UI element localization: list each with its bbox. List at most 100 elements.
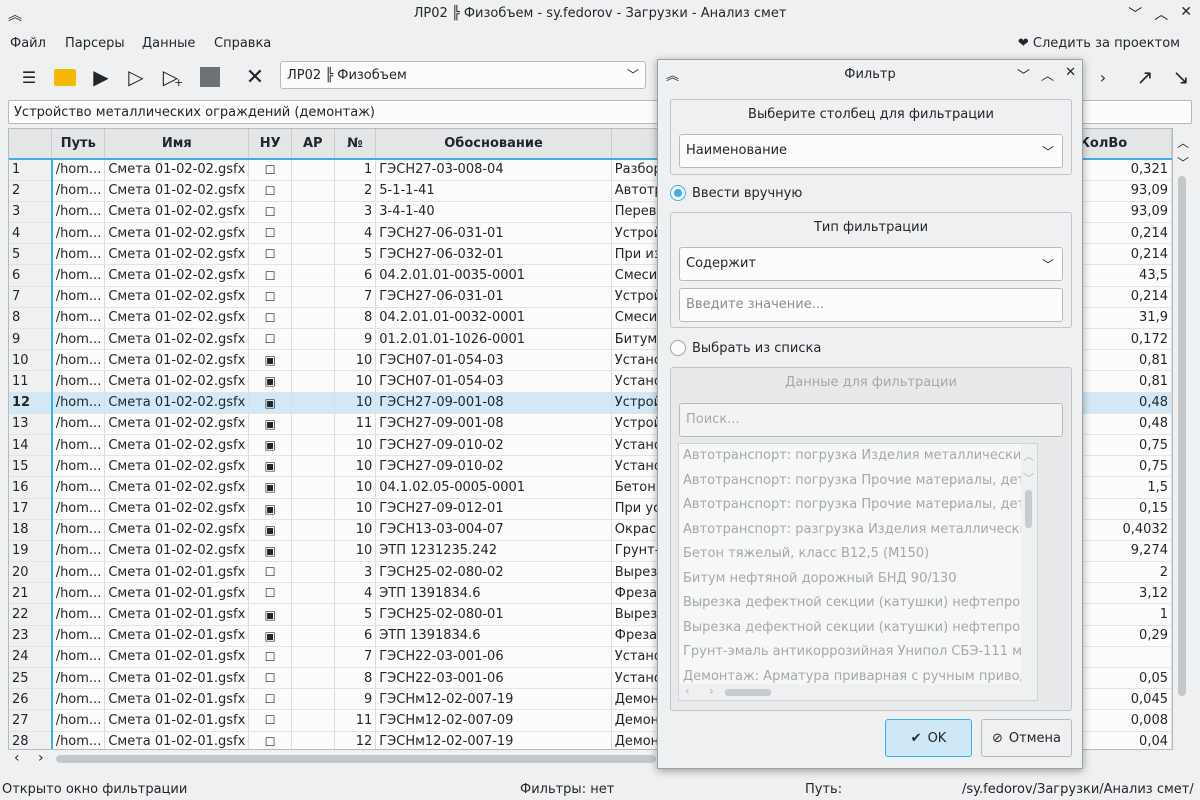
cell-path[interactable]: /hom... [51,264,106,287]
cell-name[interactable]: Смета 01-02-02.gsfx [104,519,250,541]
cell-number[interactable]: 2 [334,180,377,202]
cell-path[interactable]: /hom... [51,243,106,266]
cell-path[interactable]: /hom... [51,201,106,224]
cell-nu[interactable]: ▣ [248,370,292,393]
cell-basis[interactable]: ЭТП 1231235.242 [375,540,612,563]
cell-ar[interactable] [291,349,335,372]
cell-nu[interactable]: ▣ [248,625,292,647]
cell-basis[interactable]: ГЭСН13-03-004-07 [375,519,612,541]
cell-path[interactable]: /hom... [51,349,106,372]
cell-nu[interactable]: ▣ [248,519,292,541]
row-number[interactable]: 10 [9,349,53,372]
cell-path[interactable]: /hom... [51,688,106,711]
cell-basis[interactable]: ЭТП 1391834.6 [375,625,612,647]
cell-path[interactable]: /hom... [51,498,106,520]
cell-name[interactable]: Смета 01-02-01.gsfx [104,582,250,605]
cell-name[interactable]: Смета 01-02-01.gsfx [104,625,250,647]
stop-icon[interactable] [195,62,225,92]
cell-nu[interactable]: ☐ [248,709,292,732]
row-number[interactable]: 17 [9,498,53,520]
cell-name[interactable]: Смета 01-02-02.gsfx [104,498,250,520]
dialog-minimize-icon[interactable]: ﹀ [1017,65,1030,84]
row-number[interactable]: 14 [9,434,53,457]
from-list-radio[interactable]: Выбрать из списка [670,340,821,356]
cancel-button[interactable]: ⊘ Отмена [981,719,1072,757]
cell-ar[interactable] [291,243,335,266]
cell-name[interactable]: Смета 01-02-02.gsfx [104,476,250,499]
cell-basis[interactable]: ГЭСНм12-02-007-19 [375,688,612,711]
row-number[interactable]: 7 [9,286,53,308]
cell-number[interactable]: 1 [334,159,377,181]
cell-number[interactable]: 10 [334,392,377,414]
cell-number[interactable]: 6 [334,264,377,287]
cell-basis[interactable]: ГЭСН27-09-010-02 [375,434,612,457]
cell-nu[interactable]: ▣ [248,540,292,563]
cell-name[interactable]: Смета 01-02-02.gsfx [104,328,250,351]
header-basis[interactable]: Обоснование [375,129,612,160]
close-icon[interactable]: ✕ [1180,4,1192,24]
folder-icon[interactable] [50,62,80,92]
scroll-right-icon[interactable]: › [709,684,714,698]
cell-basis[interactable]: 04.1.02.05-0005-0001 [375,476,612,499]
cell-path[interactable]: /hom... [51,455,106,478]
cell-name[interactable]: Смета 01-02-01.gsfx [104,731,250,749]
scroll-left-icon[interactable]: ‹ [14,750,20,766]
row-number[interactable]: 27 [9,709,53,732]
horizontal-scroll-thumb[interactable] [56,755,656,763]
menu-help[interactable]: Справка [214,36,271,51]
cell-path[interactable]: /hom... [51,392,106,414]
cell-number[interactable]: 6 [334,625,377,647]
cell-basis[interactable]: ГЭСН22-03-001-06 [375,667,612,690]
cell-path[interactable]: /hom... [51,476,106,499]
cell-basis[interactable]: ГЭСН27-06-031-01 [375,286,612,308]
row-number[interactable]: 24 [9,646,53,669]
cell-basis[interactable]: ГЭСНм12-02-007-09 [375,709,612,732]
list-hscrollbar[interactable]: ‹ › [679,684,1023,700]
cell-ar[interactable] [291,519,335,541]
cell-number[interactable]: 10 [334,498,377,520]
list-vscrollbar[interactable]: ︿ ﹀ [1021,444,1037,700]
row-number[interactable]: 25 [9,667,53,690]
scroll-right-icon[interactable]: › [38,750,44,766]
cell-number[interactable]: 9 [334,328,377,351]
list-item[interactable]: Вырезка дефектной секции (катушки) нефте… [679,591,1037,616]
cell-nu[interactable]: ☐ [248,286,292,308]
list-icon[interactable]: ☰ [14,62,44,92]
cell-number[interactable]: 10 [334,540,377,563]
cell-path[interactable]: /hom... [51,582,106,605]
cell-basis[interactable]: ГЭСН27-06-032-01 [375,243,612,266]
row-number[interactable]: 5 [9,243,53,266]
cell-nu[interactable]: ☐ [248,159,292,181]
cell-ar[interactable] [291,370,335,393]
cell-path[interactable]: /hom... [51,625,106,647]
cell-nu[interactable]: ▣ [248,349,292,372]
cell-path[interactable]: /hom... [51,307,106,330]
cell-basis[interactable]: ГЭСНм12-02-007-19 [375,731,612,749]
cell-number[interactable]: 9 [334,688,377,711]
cell-name[interactable]: Смета 01-02-02.gsfx [104,392,250,414]
cell-ar[interactable] [291,709,335,732]
cell-ar[interactable] [291,540,335,563]
cell-path[interactable]: /hom... [51,540,106,563]
cell-number[interactable]: 12 [334,731,377,749]
ok-button[interactable]: ✔ OK [885,719,972,757]
cell-name[interactable]: Смета 01-02-01.gsfx [104,688,250,711]
header-name[interactable]: Имя [104,129,250,160]
minimize-icon[interactable]: ﹀ [1128,4,1142,24]
cell-path[interactable]: /hom... [51,370,106,393]
row-number[interactable]: 19 [9,540,53,563]
cell-ar[interactable] [291,286,335,308]
cell-ar[interactable] [291,434,335,457]
cell-name[interactable]: Смета 01-02-02.gsfx [104,180,250,202]
row-number[interactable]: 12 [9,392,53,414]
filter-values-list[interactable]: Автотранспорт: погрузка Изделия металлич… [678,443,1038,701]
list-item[interactable]: Автотранспорт: погрузка Прочие материалы… [679,493,1037,518]
cell-name[interactable]: Смета 01-02-02.gsfx [104,243,250,266]
cell-ar[interactable] [291,201,335,224]
row-number[interactable]: 16 [9,476,53,499]
row-number[interactable]: 28 [9,731,53,749]
cell-number[interactable]: 11 [334,413,377,435]
chevron-right-icon[interactable]: › [1088,62,1118,92]
row-number[interactable]: 3 [9,201,53,224]
cell-basis[interactable]: ГЭСН27-03-008-04 [375,159,612,181]
